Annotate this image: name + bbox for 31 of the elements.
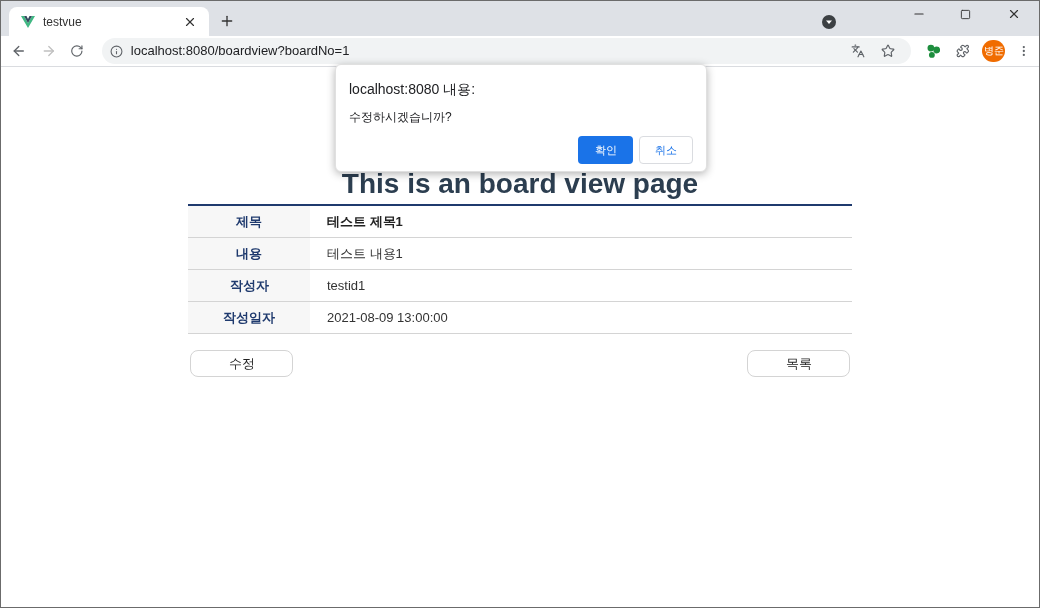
maximize-icon[interactable] (960, 8, 971, 20)
info-icon (109, 44, 123, 58)
back-icon[interactable] (11, 43, 27, 59)
v-logo-icon (21, 15, 35, 28)
star-icon[interactable] (880, 44, 895, 58)
tab-title: testvue (43, 13, 83, 31)
row-label: 제목 (188, 206, 310, 237)
address-text: localhost:8080/boardview?boardNo=1 (130, 42, 351, 61)
dialog-title: localhost:8080 내용: (349, 80, 477, 99)
ok-button[interactable]: 확인 (578, 136, 633, 164)
browser-tab[interactable]: testvue (9, 7, 209, 36)
close-window-icon[interactable] (1007, 7, 1021, 21)
row-label: 작성자 (188, 270, 310, 301)
row-value: 테스트 내용1 (326, 244, 404, 263)
page-button[interactable]: 수정 (190, 350, 293, 377)
puzzle-icon[interactable] (956, 44, 970, 58)
row-value: testid1 (326, 276, 367, 295)
row-label: 내용 (188, 238, 310, 269)
page-heading: This is an board view page (341, 169, 699, 199)
extension-icon[interactable] (926, 44, 941, 58)
page-button[interactable]: 목록 (747, 350, 850, 377)
cancel-button[interactable]: 취소 (639, 136, 693, 164)
new-tab-icon[interactable] (219, 13, 235, 29)
row-label: 작성일자 (188, 302, 310, 333)
row-value: 2021-08-09 13:00:00 (326, 308, 449, 327)
row-value: 테스트 제목1 (326, 212, 404, 231)
reload-icon[interactable] (70, 44, 84, 58)
translate-icon[interactable] (850, 44, 865, 58)
address-bar[interactable]: localhost:8080/boardview?boardNo=1 (101, 38, 911, 64)
dropdown-icon[interactable] (822, 15, 836, 29)
dialog-message: 수정하시겠습니까? (349, 109, 453, 126)
